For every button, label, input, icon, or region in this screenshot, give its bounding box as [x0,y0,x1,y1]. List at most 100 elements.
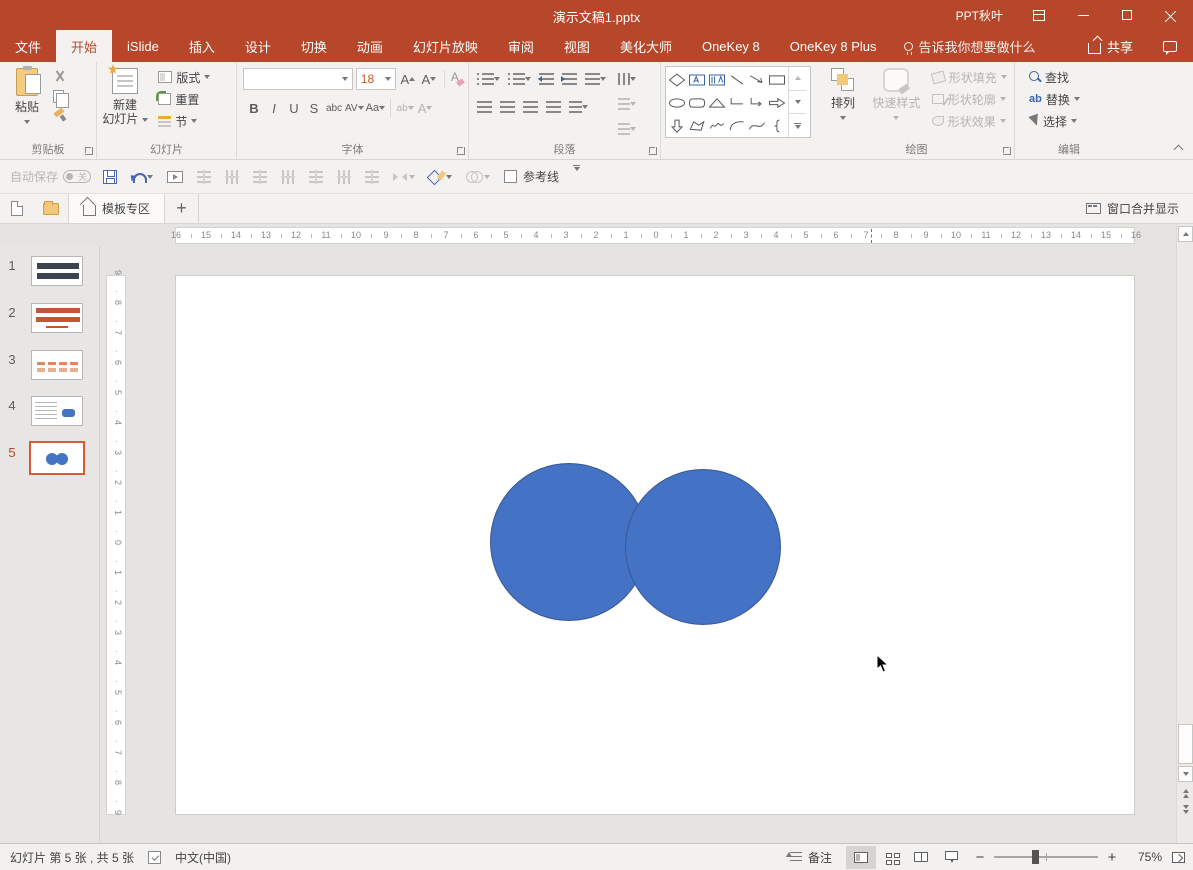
shape-vertical-text-box[interactable] [707,68,727,91]
zoom-out-button[interactable]: − [974,849,986,866]
gallery-scroll-up-button[interactable] [789,67,806,91]
bullets-button[interactable] [473,68,504,90]
align-objects-left-button[interactable] [195,165,213,189]
tab-meihua[interactable]: 美化大师 [605,30,687,62]
arrange-button[interactable]: 排列 [821,62,865,138]
guides-checkbox[interactable]: 参考线 [502,165,561,189]
shape-effects-button[interactable]: 形状效果 [928,110,1011,132]
next-slide-button[interactable] [1178,802,1193,816]
start-from-current-slide-button[interactable] [165,165,185,189]
slide-thumbnail-3[interactable] [31,350,83,380]
shape-rounded-rectangle[interactable] [687,91,707,114]
slide-item-5[interactable]: 5 [0,441,100,475]
scroll-up-button[interactable] [1178,226,1193,242]
font-name-combo[interactable] [243,68,353,90]
normal-view-button[interactable] [846,845,876,869]
tab-onekey8[interactable]: OneKey 8 [687,30,775,62]
slide-item-2[interactable]: 2 [0,303,100,333]
increase-indent-button[interactable] [558,68,581,90]
font-dialog-launcher[interactable] [457,147,465,155]
slide-thumbnail-2[interactable] [31,303,83,333]
align-objects-top-button[interactable] [223,165,241,189]
slide-thumbnail-5[interactable] [29,441,85,475]
numbering-button[interactable] [504,68,535,90]
scroll-down-button[interactable] [1178,766,1193,782]
align-objects-middle-button[interactable] [279,165,297,189]
tab-file[interactable]: 文件 [0,30,56,62]
maximize-button[interactable] [1105,0,1149,30]
change-case-button[interactable]: Aa [366,98,386,118]
merge-windows-button[interactable]: 窗口合并显示 [1085,194,1193,223]
align-objects-bottom-button[interactable] [363,165,381,189]
distribute-vertically-button[interactable] [335,165,353,189]
slide-item-4[interactable]: 4 [0,396,100,426]
convert-smartart-button[interactable] [614,118,640,140]
ribbon-display-options-button[interactable] [1017,0,1061,30]
tell-me-box[interactable]: 告诉我你想要做什么 [892,30,1048,62]
character-spacing-button[interactable]: AV [345,98,364,118]
find-button[interactable]: 查找 [1025,66,1123,88]
tab-islide[interactable]: iSlide [112,30,174,62]
shape-freeform[interactable] [687,114,707,137]
tab-insert[interactable]: 插入 [174,30,230,62]
shape-rectangle[interactable] [767,68,787,91]
tab-slideshow[interactable]: 幻灯片放映 [398,30,493,62]
select-button[interactable]: 选择 [1025,110,1123,132]
shape-oval[interactable] [667,91,687,114]
previous-slide-button[interactable] [1178,786,1193,800]
shape-line[interactable] [727,68,747,91]
qat-overflow-button[interactable] [571,164,582,189]
shape-text-box[interactable] [687,68,707,91]
zoom-slider-handle[interactable] [1032,850,1039,864]
reading-view-button[interactable] [906,846,936,869]
italic-button[interactable]: I [265,98,283,118]
cut-icon[interactable] [53,70,67,84]
flip-objects-button[interactable] [391,165,417,189]
grow-font-button[interactable]: A [399,69,417,89]
text-highlight-button[interactable]: ab [396,98,414,118]
justify-button[interactable] [542,96,565,118]
align-left-button[interactable] [473,96,496,118]
slide-thumbnail-panel[interactable]: 1 2 3 4 5 [0,246,100,843]
new-slide-button[interactable]: 新建 幻灯片 [99,62,151,138]
shape-outline-button[interactable]: 形状轮廓 [928,88,1011,110]
tab-home[interactable]: 开始 [56,30,113,62]
close-button[interactable] [1149,0,1193,30]
shape-elbow-arrow-connector[interactable] [747,91,767,114]
shape-elbow-connector[interactable] [727,91,747,114]
reset-button[interactable]: 重置 [154,88,214,110]
shape-triangle[interactable] [707,91,727,114]
slide-item-1[interactable]: 1 [0,256,100,286]
tab-template-zone[interactable]: 模板专区 [68,194,166,223]
merge-shapes-button[interactable] [427,165,454,189]
align-right-button[interactable] [519,96,542,118]
decrease-indent-button[interactable] [535,68,558,90]
replace-button[interactable]: ab 替换 [1025,88,1123,110]
tab-design[interactable]: 设计 [230,30,286,62]
tab-view[interactable]: 视图 [549,30,605,62]
spell-check-icon[interactable] [148,850,162,864]
columns-button[interactable] [565,96,592,118]
shape-arc[interactable] [727,114,747,137]
slide-thumbnail-4[interactable] [31,396,83,426]
section-button[interactable]: 节 [154,110,214,132]
shrink-font-button[interactable]: A [420,69,438,89]
scrollbar-thumb[interactable] [1178,724,1193,764]
shape-diamond[interactable] [667,68,687,91]
open-folder-button[interactable] [34,194,68,223]
format-painter-icon[interactable] [53,109,66,122]
save-button[interactable] [101,165,119,189]
gallery-more-button[interactable] [789,114,806,137]
font-color-button[interactable]: A [416,98,434,118]
line-spacing-button[interactable] [581,68,610,90]
zoom-slider[interactable] [994,850,1098,864]
shape-left-brace[interactable] [767,114,787,137]
quick-styles-button[interactable]: 快速样式 [868,62,924,138]
distribute-horizontally-button[interactable] [307,165,325,189]
tab-review[interactable]: 审阅 [493,30,549,62]
fit-to-window-icon[interactable] [1172,851,1185,863]
slide-item-3[interactable]: 3 [0,350,100,380]
tab-onekey8plus[interactable]: OneKey 8 Plus [775,30,892,62]
clipboard-dialog-launcher[interactable] [85,147,93,155]
gallery-scroll-down-button[interactable] [789,91,806,115]
